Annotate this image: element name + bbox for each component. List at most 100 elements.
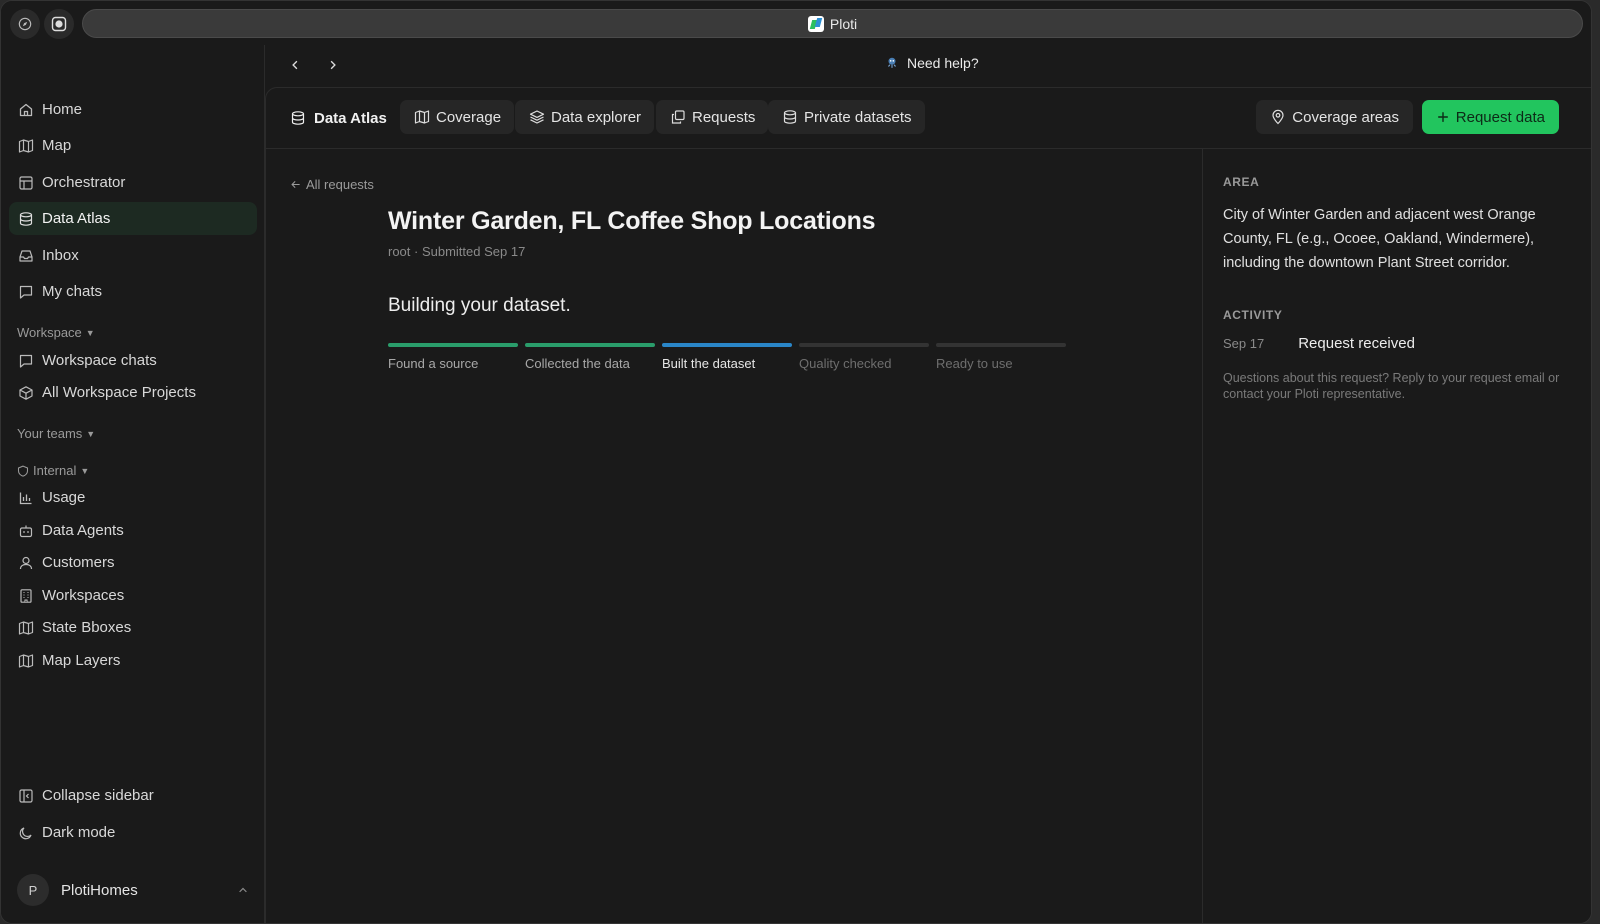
sidebar-collapse-icon: [19, 788, 33, 803]
browser-bar: Ploti: [1, 1, 1591, 45]
sidebar: Home Map Orchestrator Data Atlas Inbox M…: [1, 45, 265, 923]
progress-step-label: Collected the data: [525, 356, 630, 371]
compass-icon[interactable]: [10, 9, 40, 39]
all-requests-link[interactable]: All requests: [290, 177, 374, 192]
chat-icon: [19, 285, 33, 299]
inbox-icon: [19, 249, 33, 262]
sidebar-item-workspace-chats[interactable]: Workspace chats: [9, 344, 257, 377]
history-nav: [285, 53, 343, 77]
forward-button[interactable]: [323, 53, 343, 77]
app-logo-icon[interactable]: [44, 9, 74, 39]
database-icon: [783, 110, 797, 124]
sidebar-item-label: State Bboxes: [42, 619, 132, 636]
arrow-left-icon: [291, 181, 300, 188]
tab-requests[interactable]: Requests: [656, 100, 769, 134]
workspace-section-toggle[interactable]: Workspace ▼: [17, 325, 95, 340]
progress-step-label: Ready to use: [936, 356, 1013, 371]
sidebar-item-customers[interactable]: Customers: [9, 546, 257, 579]
chevron-up-icon: [239, 887, 247, 893]
tab-coverage[interactable]: Coverage: [400, 100, 515, 134]
bar-chart-icon: [19, 492, 32, 504]
bot-icon: [19, 525, 33, 537]
collapse-sidebar-button[interactable]: Collapse sidebar: [9, 779, 257, 812]
browser-tab-title: Ploti: [829, 15, 858, 32]
progress-step-bar: [388, 343, 518, 347]
map-icon: [18, 653, 34, 668]
collapse-sidebar-label: Collapse sidebar: [42, 787, 154, 804]
data-atlas-brand: Data Atlas: [290, 101, 387, 135]
sidebar-item-home[interactable]: Home: [9, 93, 257, 126]
tab-private-datasets[interactable]: Private datasets: [768, 100, 925, 134]
activity-heading: ACTIVITY: [1223, 308, 1283, 322]
user-menu[interactable]: P PlotiHomes: [17, 873, 249, 907]
progress-step-label: Quality checked: [799, 356, 892, 371]
sidebar-item-label: Customers: [42, 554, 115, 571]
sidebar-item-map-layers[interactable]: Map Layers: [9, 644, 257, 677]
progress-step: Collected the data: [525, 343, 655, 371]
section-label: Your teams: [17, 426, 83, 441]
all-requests-label: All requests: [306, 177, 374, 192]
progress-steps: Found a source Collected the data Built …: [388, 343, 1066, 371]
sidebar-item-label: Map Layers: [42, 652, 121, 669]
coverage-areas-label: Coverage areas: [1292, 108, 1399, 126]
data-atlas-tabbar: Data Atlas Coverage Data explorer Reques…: [266, 88, 1591, 149]
database-icon: [291, 111, 305, 125]
need-help-link[interactable]: Need help?: [885, 55, 979, 71]
sidebar-item-label: Data Agents: [42, 522, 124, 539]
tab-label: Data explorer: [551, 108, 642, 126]
sidebar-item-orchestrator[interactable]: Orchestrator: [9, 166, 257, 199]
back-button[interactable]: [285, 53, 305, 77]
section-label: Internal: [33, 463, 77, 478]
sidebar-item-label: My chats: [42, 283, 103, 300]
sidebar-item-usage[interactable]: Usage: [9, 481, 257, 514]
sidebar-item-my-chats[interactable]: My chats: [9, 275, 257, 308]
status-message: Building your dataset.: [388, 295, 571, 316]
address-bar[interactable]: Ploti: [82, 9, 1583, 38]
internal-section-toggle[interactable]: Internal ▼: [17, 463, 89, 478]
activity-date: Sep 17: [1223, 336, 1265, 351]
sidebar-item-inbox[interactable]: Inbox: [9, 239, 257, 272]
sidebar-item-label: Workspace chats: [42, 352, 157, 369]
ploti-favicon-icon: [807, 15, 824, 32]
sidebar-item-workspaces[interactable]: Workspaces: [9, 579, 257, 612]
dark-mode-toggle[interactable]: Dark mode: [9, 816, 257, 849]
sidebar-item-label: Workspaces: [42, 587, 125, 604]
progress-step-label: Found a source: [388, 356, 479, 371]
database-icon: [19, 211, 33, 226]
request-meta: root · Submitted Sep 17: [388, 244, 526, 259]
sidebar-item-label: Usage: [42, 489, 86, 506]
caret-down-icon: ▼: [80, 465, 90, 476]
progress-step-bar: [525, 343, 655, 347]
page-title: Winter Garden, FL Coffee Shop Locations: [388, 207, 876, 235]
map-icon: [414, 110, 430, 124]
sidebar-item-label: Inbox: [42, 247, 79, 264]
home-icon: [19, 103, 33, 116]
sidebar-item-label: Orchestrator: [42, 174, 126, 191]
chevron-left-icon: [292, 60, 298, 70]
map-icon: [18, 138, 34, 153]
contact-note: Questions about this request? Reply to y…: [1223, 371, 1560, 401]
layers-icon: [529, 110, 545, 124]
progress-step-bar: [662, 343, 792, 347]
sidebar-item-state-bboxes[interactable]: State Bboxes: [9, 611, 257, 644]
sidebar-item-data-atlas[interactable]: Data Atlas: [9, 202, 257, 235]
tab-data-explorer[interactable]: Data explorer: [515, 100, 655, 134]
activity-entry: Sep 17 Request received: [1223, 335, 1415, 352]
teams-section-toggle[interactable]: Your teams ▼: [17, 426, 95, 441]
request-data-button[interactable]: Request data: [1421, 100, 1559, 134]
progress-step: Ready to use: [936, 343, 1066, 371]
chat-icon: [19, 354, 33, 368]
area-description: City of Winter Garden and adjacent west …: [1223, 207, 1536, 271]
sidebar-item-all-workspace-projects[interactable]: All Workspace Projects: [9, 376, 257, 409]
coverage-areas-button[interactable]: Coverage areas: [1256, 100, 1413, 134]
area-heading: AREA: [1223, 175, 1260, 189]
app-window: Ploti Home Map Orchestrator Data Atlas I…: [0, 0, 1592, 924]
cube-icon: [19, 385, 33, 400]
sidebar-item-map[interactable]: Map: [9, 129, 257, 162]
brand-label: Data Atlas: [314, 109, 387, 127]
sidebar-item-data-agents[interactable]: Data Agents: [9, 514, 257, 547]
avatar: P: [17, 874, 49, 906]
sidebar-item-label: All Workspace Projects: [42, 384, 196, 401]
user-icon: [19, 556, 33, 569]
layout-icon: [19, 175, 33, 190]
